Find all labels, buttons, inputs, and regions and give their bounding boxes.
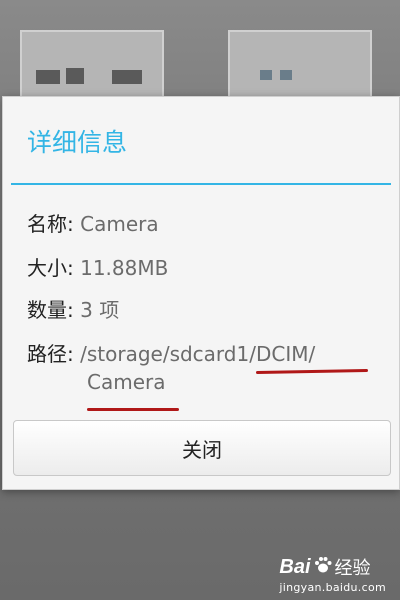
info-row-name: 名称: Camera — [27, 211, 159, 237]
details-dialog: 详细信息 名称: Camera 大小: 11.88MB 数量: 3 项 路径: … — [2, 96, 400, 490]
name-label: 名称: — [27, 212, 74, 236]
paw-icon — [313, 555, 333, 580]
baidu-jingyan-watermark: Bai 经验 jingyan.baidu.com — [279, 554, 386, 595]
info-row-size: 大小: 11.88MB — [27, 255, 168, 281]
dialog-title: 详细信息 — [27, 128, 128, 157]
info-row-count: 数量: 3 项 — [27, 297, 119, 323]
name-value: Camera — [80, 212, 159, 236]
count-label: 数量: — [27, 298, 74, 322]
path-value-line1: /storage/sdcard1/DCIM/ — [80, 342, 316, 366]
watermark-bai-text: Bai — [279, 555, 311, 578]
path-value-line2: Camera — [87, 370, 166, 394]
watermark-jingyan-text: 经验 — [334, 558, 371, 579]
annotation-underline-dcim — [255, 369, 369, 374]
count-value: 3 项 — [80, 298, 120, 322]
watermark-url: jingyan.baidu.com — [279, 581, 386, 594]
title-divider — [11, 183, 391, 185]
path-label: 路径: — [27, 342, 74, 366]
size-value: 11.88MB — [80, 256, 169, 280]
annotation-underline-camera — [87, 408, 179, 411]
close-button[interactable]: 关闭 — [13, 420, 391, 476]
info-row-path: 路径: /storage/sdcard1/DCIM/ — [27, 341, 315, 367]
size-label: 大小: — [27, 256, 74, 280]
watermark-logo: Bai 经验 — [279, 554, 386, 580]
